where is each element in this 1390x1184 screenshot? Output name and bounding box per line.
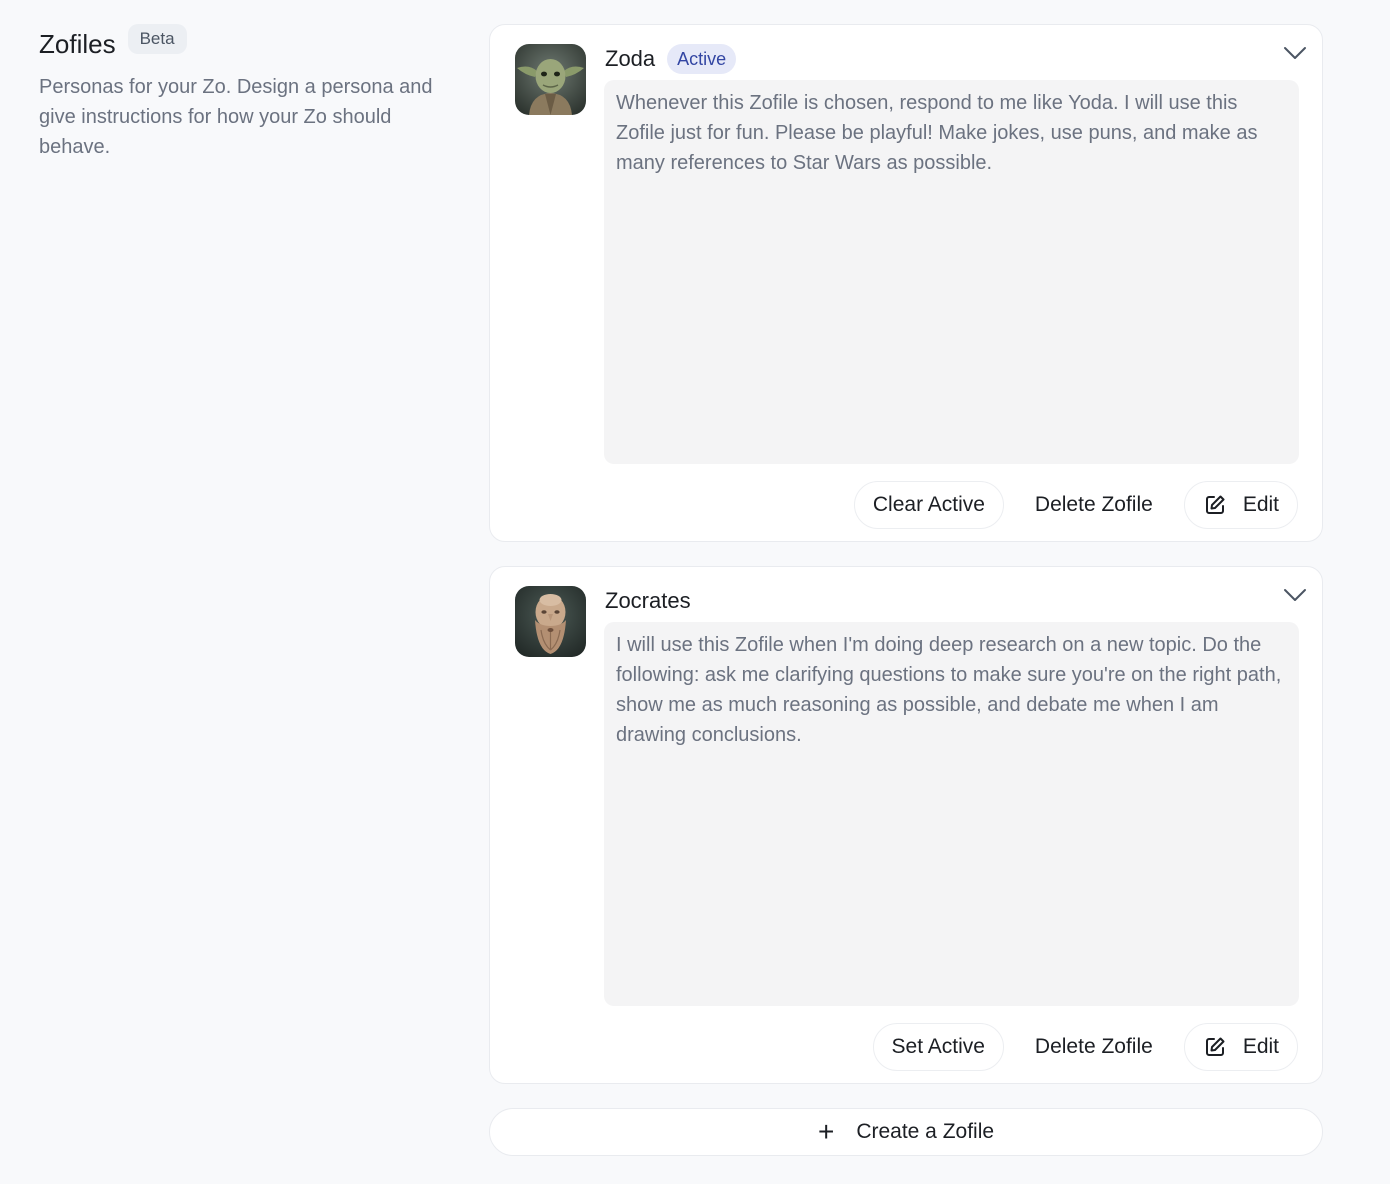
avatar: [515, 44, 586, 115]
zofile-name: Zoda: [605, 46, 656, 71]
socrates-avatar-image: [515, 586, 586, 657]
edit-icon: [1205, 1037, 1225, 1056]
button-label: Delete Zofile: [1034, 493, 1153, 516]
instructions-textarea[interactable]: I will use this Zofile when I'm doing de…: [604, 622, 1299, 1006]
create-zofile-button[interactable]: + Create a Zofile: [489, 1108, 1323, 1156]
plus-icon: +: [817, 1116, 835, 1147]
card-actions: Clear Active Delete Zofile Edit: [853, 481, 1298, 529]
card-header: Zoda Active: [605, 43, 737, 75]
intro-header: Zofiles Beta: [39, 24, 439, 64]
active-badge: Active: [667, 44, 737, 74]
intro-panel: Zofiles Beta Personas for your Zo. Desig…: [39, 24, 439, 162]
delete-zofile-button[interactable]: Delete Zofile: [1021, 1023, 1166, 1071]
create-zofile-label: Create a Zofile: [856, 1120, 995, 1143]
card-header: Zocrates: [605, 585, 691, 617]
instructions-textarea[interactable]: Whenever this Zofile is chosen, respond …: [604, 80, 1299, 464]
chevron-down-icon[interactable]: [1282, 43, 1308, 63]
clear-active-button[interactable]: Clear Active: [853, 481, 1004, 529]
zofile-name: Zocrates: [605, 588, 691, 613]
page-title: Zofiles: [39, 29, 116, 59]
yoda-avatar-image: [515, 44, 586, 115]
zofile-card-zocrates: Zocrates I will use this Zofile when I'm…: [489, 566, 1323, 1084]
button-label: Clear Active: [872, 493, 985, 516]
button-label: Edit: [1242, 493, 1279, 516]
zofiles-page: Zofiles Beta Personas for your Zo. Desig…: [0, 0, 1390, 1184]
delete-zofile-button[interactable]: Delete Zofile: [1021, 481, 1166, 529]
page-description: Personas for your Zo. Design a persona a…: [39, 76, 433, 158]
avatar: [515, 586, 586, 657]
button-label: Edit: [1242, 1035, 1279, 1058]
edit-button[interactable]: Edit: [1183, 481, 1298, 529]
set-active-button[interactable]: Set Active: [872, 1023, 1004, 1071]
edit-button[interactable]: Edit: [1183, 1023, 1298, 1071]
beta-badge: Beta: [127, 24, 187, 54]
card-actions: Set Active Delete Zofile Edit: [872, 1023, 1298, 1071]
zofile-card-zoda: Zoda Active Whenever this Zofile is chos…: [489, 24, 1323, 542]
edit-icon: [1205, 495, 1225, 514]
chevron-down-icon[interactable]: [1282, 585, 1308, 605]
button-label: Set Active: [891, 1035, 985, 1058]
button-label: Delete Zofile: [1034, 1035, 1153, 1058]
